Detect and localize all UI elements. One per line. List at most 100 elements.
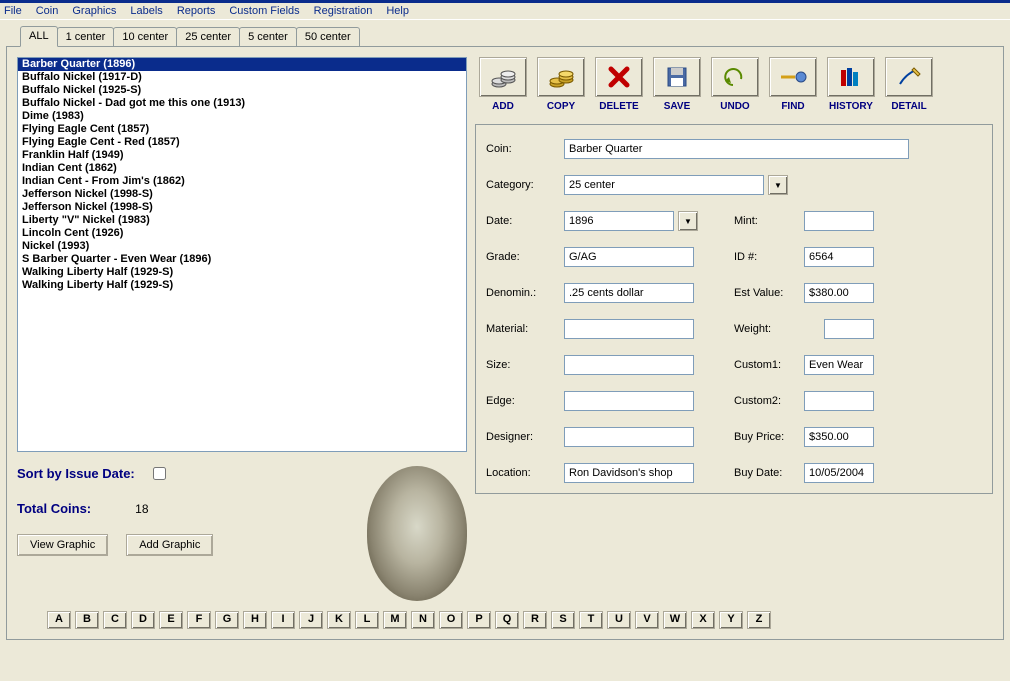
list-item[interactable]: Indian Cent - From Jim's (1862): [18, 175, 466, 188]
menu-registration[interactable]: Registration: [314, 5, 373, 17]
save-button[interactable]: SAVE: [651, 57, 703, 112]
menubar: File Coin Graphics Labels Reports Custom Fiel…: [0, 0, 1010, 20]
tab-1-center[interactable]: 1 center: [57, 27, 115, 46]
tool-label: FIND: [767, 101, 819, 112]
alpha-p-button[interactable]: P: [467, 611, 491, 629]
list-item[interactable]: Barber Quarter (1896): [18, 58, 466, 71]
add-graphic-button[interactable]: Add Graphic: [126, 534, 213, 556]
alpha-h-button[interactable]: H: [243, 611, 267, 629]
alpha-y-button[interactable]: Y: [719, 611, 743, 629]
tab-25-center[interactable]: 25 center: [176, 27, 240, 46]
alpha-b-button[interactable]: B: [75, 611, 99, 629]
find-button[interactable]: FIND: [767, 57, 819, 112]
custom2-field[interactable]: [804, 391, 874, 411]
list-item[interactable]: S Barber Quarter - Even Wear (1896): [18, 253, 466, 266]
location-field[interactable]: [564, 463, 694, 483]
delete-button[interactable]: DELETE: [593, 57, 645, 112]
menu-labels[interactable]: Labels: [130, 5, 162, 17]
alpha-f-button[interactable]: F: [187, 611, 211, 629]
history-button[interactable]: HISTORY: [825, 57, 877, 112]
list-item[interactable]: Flying Eagle Cent (1857): [18, 123, 466, 136]
list-item[interactable]: Buffalo Nickel - Dad got me this one (19…: [18, 97, 466, 110]
alpha-w-button[interactable]: W: [663, 611, 687, 629]
tab-50-center[interactable]: 50 center: [296, 27, 360, 46]
date-field[interactable]: [564, 211, 674, 231]
alpha-x-button[interactable]: X: [691, 611, 715, 629]
size-field[interactable]: [564, 355, 694, 375]
alpha-a-button[interactable]: A: [47, 611, 71, 629]
menu-coin[interactable]: Coin: [36, 5, 59, 17]
buyprice-field[interactable]: [804, 427, 874, 447]
list-item[interactable]: Jefferson Nickel (1998-S): [18, 201, 466, 214]
alpha-u-button[interactable]: U: [607, 611, 631, 629]
list-item[interactable]: Dime (1983): [18, 110, 466, 123]
list-item[interactable]: Nickel (1993): [18, 240, 466, 253]
alpha-i-button[interactable]: I: [271, 611, 295, 629]
est-field[interactable]: [804, 283, 874, 303]
menu-graphics[interactable]: Graphics: [72, 5, 116, 17]
buydate-field[interactable]: [804, 463, 874, 483]
weight-field[interactable]: [824, 319, 874, 339]
tab-10-center[interactable]: 10 center: [113, 27, 177, 46]
coin-list[interactable]: Barber Quarter (1896)Buffalo Nickel (191…: [17, 57, 467, 452]
list-item[interactable]: Indian Cent (1862): [18, 162, 466, 175]
designer-field[interactable]: [564, 427, 694, 447]
undo-button[interactable]: UNDO: [709, 57, 761, 112]
alpha-t-button[interactable]: T: [579, 611, 603, 629]
add-button[interactable]: ADD: [477, 57, 529, 112]
view-graphic-button[interactable]: View Graphic: [17, 534, 108, 556]
material-field[interactable]: [564, 319, 694, 339]
list-item[interactable]: Walking Liberty Half (1929-S): [18, 279, 466, 292]
alpha-s-button[interactable]: S: [551, 611, 575, 629]
custom1-field[interactable]: [804, 355, 874, 375]
list-item[interactable]: Liberty "V" Nickel (1983): [18, 214, 466, 227]
tab-5-center[interactable]: 5 center: [239, 27, 297, 46]
toolbar: ADD COPYDELETESAVEUNDO FIND HISTORYDETAIL: [475, 57, 993, 120]
mint-label: Mint:: [734, 215, 804, 227]
category-dropdown-button[interactable]: ▼: [768, 175, 788, 195]
denom-label: Denomin.:: [486, 287, 564, 299]
list-item[interactable]: Franklin Half (1949): [18, 149, 466, 162]
list-item[interactable]: Walking Liberty Half (1929-S): [18, 266, 466, 279]
list-item[interactable]: Flying Eagle Cent - Red (1857): [18, 136, 466, 149]
alpha-n-button[interactable]: N: [411, 611, 435, 629]
size-label: Size:: [486, 359, 564, 371]
tab-all[interactable]: ALL: [20, 26, 58, 47]
sort-checkbox[interactable]: [153, 467, 166, 480]
alpha-j-button[interactable]: J: [299, 611, 323, 629]
alpha-r-button[interactable]: R: [523, 611, 547, 629]
edge-field[interactable]: [564, 391, 694, 411]
alpha-e-button[interactable]: E: [159, 611, 183, 629]
alpha-q-button[interactable]: Q: [495, 611, 519, 629]
denom-field[interactable]: [564, 283, 694, 303]
menu-help[interactable]: Help: [386, 5, 409, 17]
detail-button[interactable]: DETAIL: [883, 57, 935, 112]
tool-label: ADD: [477, 101, 529, 112]
list-item[interactable]: Buffalo Nickel (1917-D): [18, 71, 466, 84]
alpha-z-button[interactable]: Z: [747, 611, 771, 629]
sort-label: Sort by Issue Date:: [17, 466, 135, 481]
alpha-d-button[interactable]: D: [131, 611, 155, 629]
date-dropdown-button[interactable]: ▼: [678, 211, 698, 231]
category-field[interactable]: [564, 175, 764, 195]
mint-field[interactable]: [804, 211, 874, 231]
alpha-v-button[interactable]: V: [635, 611, 659, 629]
form-panel: Coin: Category: ▼ Date:: [475, 124, 993, 494]
list-item[interactable]: Buffalo Nickel (1925-S): [18, 84, 466, 97]
menu-reports[interactable]: Reports: [177, 5, 216, 17]
menu-custom-fields[interactable]: Custom Fields: [229, 5, 299, 17]
alpha-o-button[interactable]: O: [439, 611, 463, 629]
menu-file[interactable]: File: [4, 5, 22, 17]
grade-field[interactable]: [564, 247, 694, 267]
coin-field[interactable]: [564, 139, 909, 159]
list-item[interactable]: Jefferson Nickel (1998-S): [18, 188, 466, 201]
coin-image: [367, 466, 467, 601]
list-item[interactable]: Lincoln Cent (1926): [18, 227, 466, 240]
copy-button[interactable]: COPY: [535, 57, 587, 112]
alpha-l-button[interactable]: L: [355, 611, 379, 629]
alpha-m-button[interactable]: M: [383, 611, 407, 629]
alpha-k-button[interactable]: K: [327, 611, 351, 629]
alpha-c-button[interactable]: C: [103, 611, 127, 629]
id-field[interactable]: [804, 247, 874, 267]
alpha-g-button[interactable]: G: [215, 611, 239, 629]
